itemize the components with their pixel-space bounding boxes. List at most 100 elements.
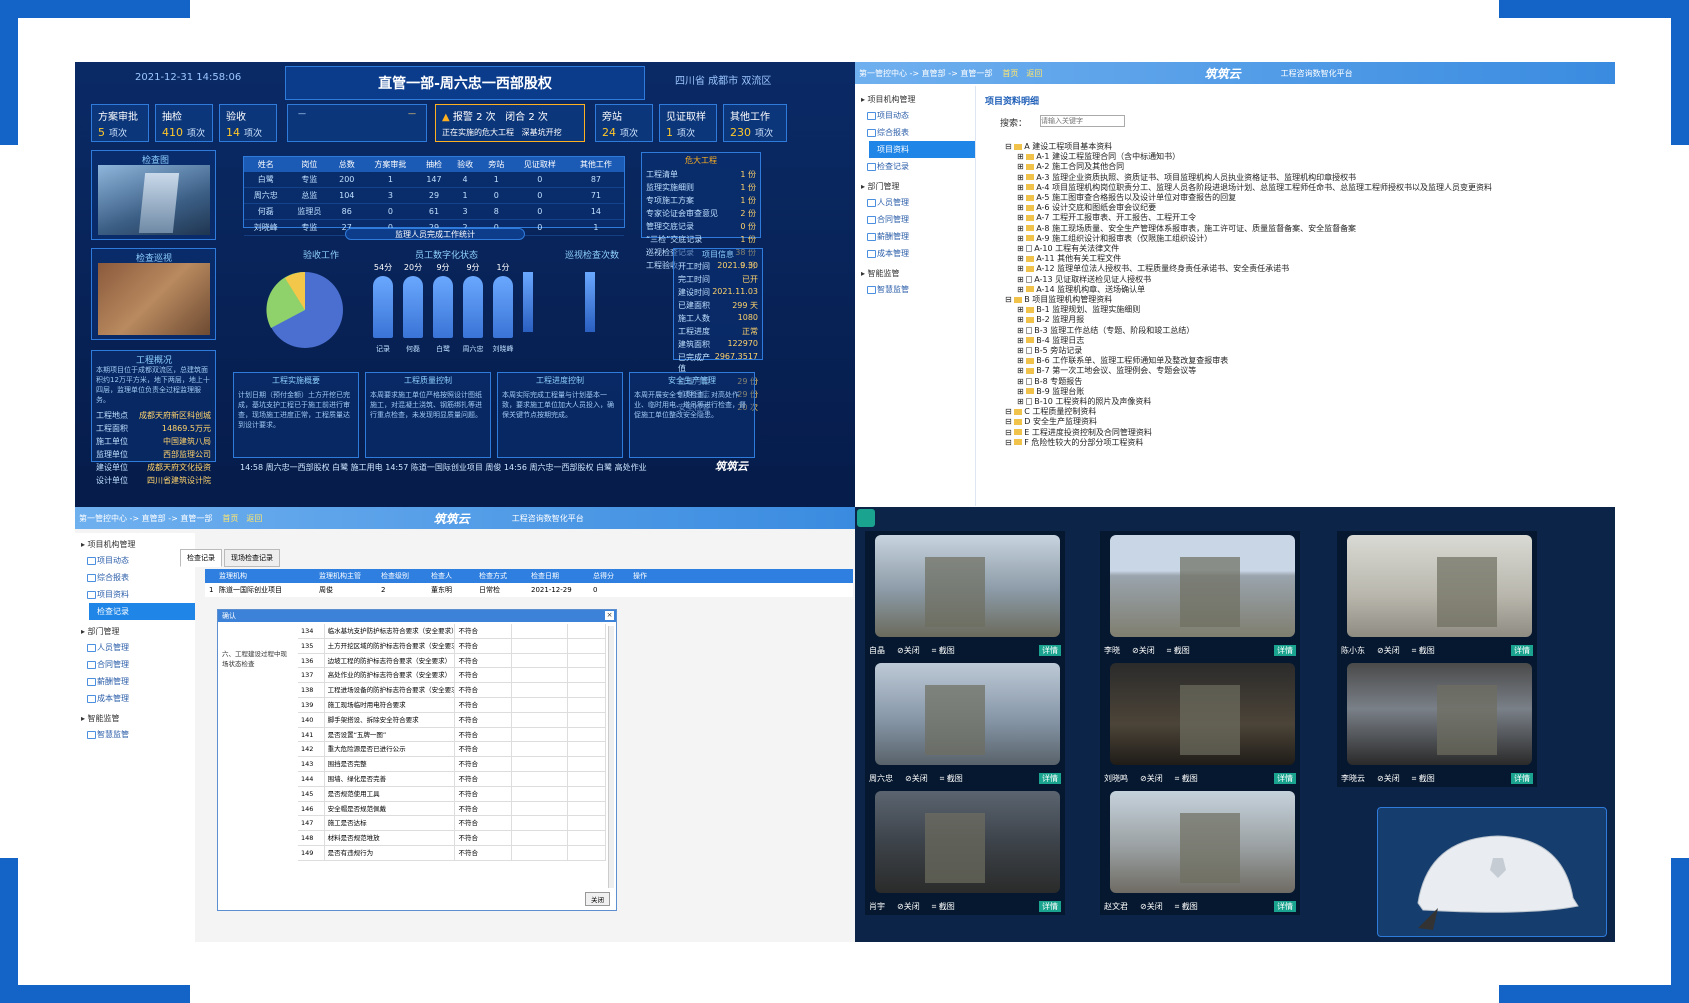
tree-node[interactable]: ⊞ B-1 监理规划、监理实施细则 [1005, 305, 1492, 315]
check-item-row[interactable]: 149 是否有违规行为 不符合 [298, 845, 606, 861]
screenshot-button[interactable]: ⌗ 截图 [1412, 645, 1435, 656]
sidebar-item[interactable]: 项目资料 [869, 141, 975, 158]
tab-site-check-records[interactable]: 现场检查记录 [224, 549, 280, 567]
sidebar-group[interactable]: ▸ 项目机构管理 [855, 88, 975, 107]
tree-node[interactable]: ⊞ A-9 施工组织设计和报审表（仅限施工组织设计） [1005, 234, 1492, 244]
sidebar-group[interactable]: ▸ 项目机构管理 [75, 533, 195, 552]
worker-figure[interactable]: 9分 周六忠 [460, 262, 486, 362]
table-row[interactable]: 周六忠 总监 104 3 29 1 0 0 71 [244, 187, 624, 204]
sidebar-group[interactable]: ▸ 智能监管 [75, 707, 195, 726]
inspection-photo-panel[interactable]: 检查图 [91, 150, 216, 240]
camera-feed[interactable]: 李晓云 ⊘关闭 ⌗ 截图 详情 [1337, 659, 1537, 787]
video-frame[interactable] [1110, 791, 1295, 893]
close-camera-button[interactable]: ⊘关闭 [1132, 645, 1155, 656]
screenshot-button[interactable]: ⌗ 截图 [1175, 773, 1198, 784]
tree-node[interactable]: ⊞ A-14 监理机构章、送场确认单 [1005, 285, 1492, 295]
sidebar-item[interactable]: 检查记录 [855, 158, 975, 175]
table-row[interactable]: 1 陈道一国际创业项目 周俊 2 董东明 日常检 2021-12-29 0 [205, 583, 853, 597]
check-item-row[interactable]: 147 施工是否达标 不符合 [298, 816, 606, 832]
close-button[interactable]: 关闭 [585, 892, 610, 906]
close-camera-button[interactable]: ⊘关闭 [905, 773, 928, 784]
check-item-row[interactable]: 137 高处作业的防护标志符合要求（安全要求） 不符合 [298, 668, 606, 684]
details-button[interactable]: 详情 [1274, 900, 1296, 912]
tree-node[interactable]: ⊞ B-2 监理月报 [1005, 315, 1492, 325]
video-frame[interactable] [875, 663, 1060, 765]
sidebar-item[interactable]: 薪酬管理 [855, 228, 975, 245]
summary-card[interactable]: — — [287, 104, 427, 142]
details-button[interactable]: 详情 [1274, 772, 1296, 784]
check-item-row[interactable]: 145 是否规范使用工具 不符合 [298, 786, 606, 802]
sidebar-group[interactable]: ▸ 智能监管 [855, 262, 975, 281]
tree-node[interactable]: ⊞ A-4 项目监理机构岗位职责分工、监理人员各阶段进退场计划、总监理工程师任命… [1005, 183, 1492, 193]
stat-card[interactable]: 抽检 410 项次 [155, 104, 213, 142]
sidebar-group[interactable]: ▸ 部门管理 [75, 620, 195, 639]
worker-figure[interactable]: 9分 白鹭 [430, 262, 456, 362]
tree-node[interactable]: ⊞ B-10 工程资料的照片及声像资料 [1005, 397, 1492, 407]
check-item-row[interactable]: 138 工程进场设备的防护标志符合要求（安全要求） 不符合 [298, 683, 606, 698]
tree-node[interactable]: ⊞ A-2 施工合同及其他合同 [1005, 162, 1492, 172]
sidebar-item[interactable]: 综合报表 [855, 124, 975, 141]
tree-node[interactable]: ⊟ F 危险性较大的分部分项工程资料 [1005, 438, 1492, 448]
tree-node[interactable]: ⊞ A-3 监理企业资质执照、资质证书、项目监理机构人员执业资格证书、监理机构印… [1005, 173, 1492, 183]
check-item-row[interactable]: 146 安全帽是否规范佩戴 不符合 [298, 801, 606, 817]
video-frame[interactable] [1347, 535, 1532, 637]
worker-figure[interactable]: 1分 刘晓峰 [490, 262, 516, 362]
camera-feed[interactable]: 李晓 ⊘关闭 ⌗ 截图 详情 [1100, 531, 1300, 659]
screenshot-button[interactable]: ⌗ 截图 [940, 773, 963, 784]
sidebar-item[interactable]: 合同管理 [75, 656, 195, 673]
sidebar-item[interactable]: 综合报表 [75, 569, 195, 586]
screenshot-button[interactable]: ⌗ 截图 [1412, 773, 1435, 784]
camera-feed[interactable]: 赵文君 ⊘关闭 ⌗ 截图 详情 [1100, 787, 1300, 915]
video-frame[interactable] [1110, 535, 1295, 637]
screenshot-button[interactable]: ⌗ 截图 [1167, 645, 1190, 656]
tree-node[interactable]: ⊞ B-6 工作联系单、监理工程师通知单及整改复查报审表 [1005, 356, 1492, 366]
video-frame[interactable] [875, 791, 1060, 893]
camera-feed[interactable]: 陈小东 ⊘关闭 ⌗ 截图 详情 [1337, 531, 1537, 659]
video-frame[interactable] [1347, 663, 1532, 765]
sidebar-item[interactable]: 项目动态 [75, 552, 195, 569]
scrollbar[interactable] [608, 626, 614, 888]
tree-node[interactable]: ⊟ A 建设工程项目基本资料 [1005, 142, 1492, 152]
stat-card[interactable]: 方案审批 5 项次 [91, 104, 149, 142]
sidebar-item[interactable]: 智慧监管 [855, 281, 975, 298]
check-item-row[interactable]: 143 围挡是否完整 不符合 [298, 757, 606, 772]
camera-feed[interactable]: 周六忠 ⊘关闭 ⌗ 截图 详情 [865, 659, 1065, 787]
check-item-row[interactable]: 139 施工现场临时用电符合要求 不符合 [298, 697, 606, 713]
camera-feed[interactable]: 自晶 ⊘关闭 ⌗ 截图 详情 [865, 531, 1065, 659]
sidebar-item[interactable]: 检查记录 [89, 603, 195, 620]
details-button[interactable]: 详情 [1274, 644, 1296, 656]
worker-figure[interactable]: 20分 何磊 [400, 262, 426, 362]
tree-node[interactable]: ⊞ A-5 施工图审查合格报告以及设计单位对审查报告的回复 [1005, 193, 1492, 203]
tree-node[interactable]: ⊞ B-3 监理工作总结（专题、阶段和竣工总结） [1005, 326, 1492, 336]
check-item-row[interactable]: 141 是否设置“五牌一图” 不符合 [298, 727, 606, 743]
tree-node[interactable]: ⊞ A-10 工程有关法律文件 [1005, 244, 1492, 254]
worker-figure[interactable]: 54分 记录 [370, 262, 396, 362]
tree-node[interactable]: ⊟ B 项目监理机构管理资料 [1005, 295, 1492, 305]
sidebar-item[interactable]: 项目资料 [75, 586, 195, 603]
tab-check-records[interactable]: 检查记录 [180, 549, 222, 567]
camera-feed[interactable]: 肖宇 ⊘关闭 ⌗ 截图 详情 [865, 787, 1065, 915]
close-camera-button[interactable]: ⊘关闭 [1140, 901, 1163, 912]
tree-node[interactable]: ⊟ C 工程质量控制资料 [1005, 407, 1492, 417]
tree-node[interactable]: ⊞ A-11 其他有关工程文件 [1005, 254, 1492, 264]
check-item-row[interactable]: 148 材料是否规范堆放 不符合 [298, 831, 606, 846]
stat-card[interactable]: 旁站 24 项次 [595, 104, 653, 142]
sidebar-item[interactable]: 智慧监管 [75, 726, 195, 743]
tree-node[interactable]: ⊟ D 安全生产监理资料 [1005, 417, 1492, 427]
screenshot-button[interactable]: ⌗ 截图 [1175, 901, 1198, 912]
tree-node[interactable]: ⊞ B-4 监理日志 [1005, 336, 1492, 346]
home-link[interactable]: 首页 [222, 513, 238, 524]
details-button[interactable]: 详情 [1039, 644, 1061, 656]
back-link[interactable]: 返回 [1026, 68, 1042, 79]
camera-app-icon[interactable] [857, 509, 875, 527]
details-button[interactable]: 详情 [1511, 644, 1533, 656]
video-frame[interactable] [875, 535, 1060, 637]
details-button[interactable]: 详情 [1511, 772, 1533, 784]
details-button[interactable]: 详情 [1039, 772, 1061, 784]
check-item-row[interactable]: 135 土方开挖区域的防护标志符合要求（安全要求） 不符合 [298, 638, 606, 654]
close-camera-button[interactable]: ⊘关闭 [897, 645, 920, 656]
site-patrol-panel[interactable]: 检查巡视 [91, 248, 216, 340]
tree-node[interactable]: ⊞ B-5 旁站记录 [1005, 346, 1492, 356]
check-item-row[interactable]: 134 临水基坑支护防护标志符合要求（安全要求） 不符合 [298, 624, 606, 639]
sidebar-item[interactable]: 合同管理 [855, 211, 975, 228]
